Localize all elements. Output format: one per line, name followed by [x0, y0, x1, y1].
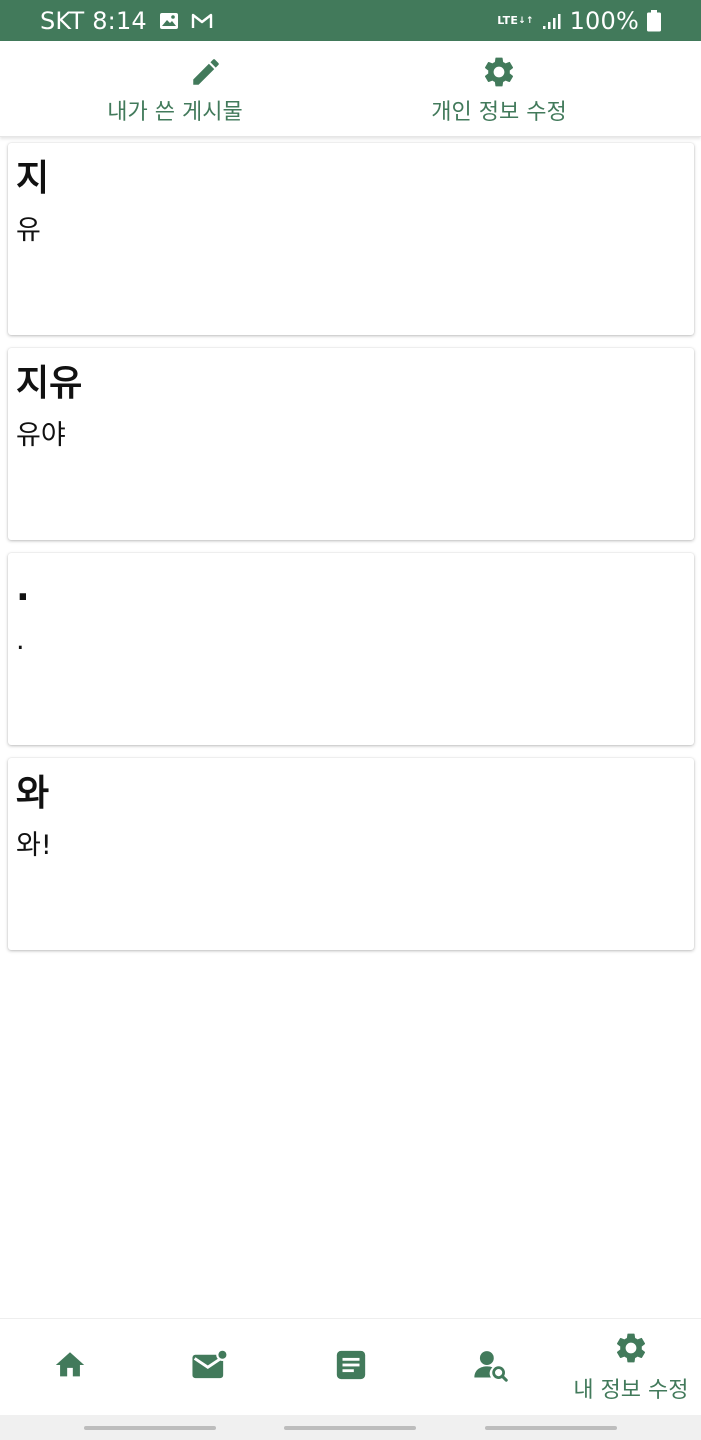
nav-home[interactable]: [0, 1319, 140, 1415]
battery-percent: 100%: [569, 6, 639, 35]
nav-edit-my-info[interactable]: 내 정보 수정: [561, 1319, 701, 1415]
carrier-time: SKT 8:14: [40, 6, 147, 35]
nav-messages[interactable]: [140, 1319, 280, 1415]
gear-icon: [481, 52, 517, 92]
post-card[interactable]: 지유 유야: [8, 348, 694, 540]
post-card[interactable]: 와 와!: [8, 758, 694, 950]
system-back-handle[interactable]: [484, 1425, 617, 1430]
post-body: 유: [16, 215, 41, 246]
pencil-icon: [189, 52, 223, 92]
post-card[interactable]: . .: [8, 553, 694, 745]
post-title: 지유: [16, 363, 83, 404]
top-tabs: 내가 쓴 게시물 개인 정보 수정: [0, 41, 701, 137]
post-body: .: [16, 625, 25, 656]
signal-icon: [542, 12, 562, 30]
tab-edit-personal-info-label: 개인 정보 수정: [431, 99, 567, 125]
post-list: 지 유 지유 유야 . . 와 와!: [8, 143, 694, 963]
document-icon: [334, 1348, 368, 1386]
nav-edit-my-info-label: 내 정보 수정: [573, 1378, 689, 1403]
post-card[interactable]: 지 유: [8, 143, 694, 335]
gear-icon: [613, 1330, 649, 1370]
nav-posts[interactable]: [280, 1319, 420, 1415]
nav-user-search[interactable]: [421, 1319, 561, 1415]
status-left: SKT 8:14: [40, 7, 213, 35]
post-body: 와!: [16, 830, 52, 861]
system-recent-handle[interactable]: [84, 1425, 217, 1430]
gmail-icon: [191, 12, 213, 30]
post-title: .: [16, 568, 30, 609]
lte-icon: LTE ↓↑: [497, 13, 534, 27]
post-body: 유야: [16, 420, 66, 451]
user-search-icon: [473, 1348, 509, 1386]
image-icon: [159, 12, 179, 30]
post-title: 와: [16, 773, 50, 814]
bottom-nav: 내 정보 수정: [0, 1318, 701, 1415]
tab-edit-personal-info[interactable]: 개인 정보 수정: [412, 41, 701, 136]
battery-icon: [647, 9, 661, 32]
system-nav-bar: [0, 1415, 701, 1440]
post-title: 지: [16, 158, 50, 199]
tab-my-posts-label: 내가 쓴 게시물: [107, 99, 243, 125]
system-home-handle[interactable]: [284, 1425, 417, 1430]
tab-my-posts[interactable]: 내가 쓴 게시물: [0, 41, 412, 136]
home-icon: [52, 1348, 88, 1386]
mail-notification-icon: [191, 1348, 229, 1386]
status-right: LTE ↓↑ 100%: [497, 7, 661, 35]
status-bar: SKT 8:14 LTE ↓↑ 100%: [0, 0, 701, 41]
lte-label: LTE: [497, 13, 519, 27]
